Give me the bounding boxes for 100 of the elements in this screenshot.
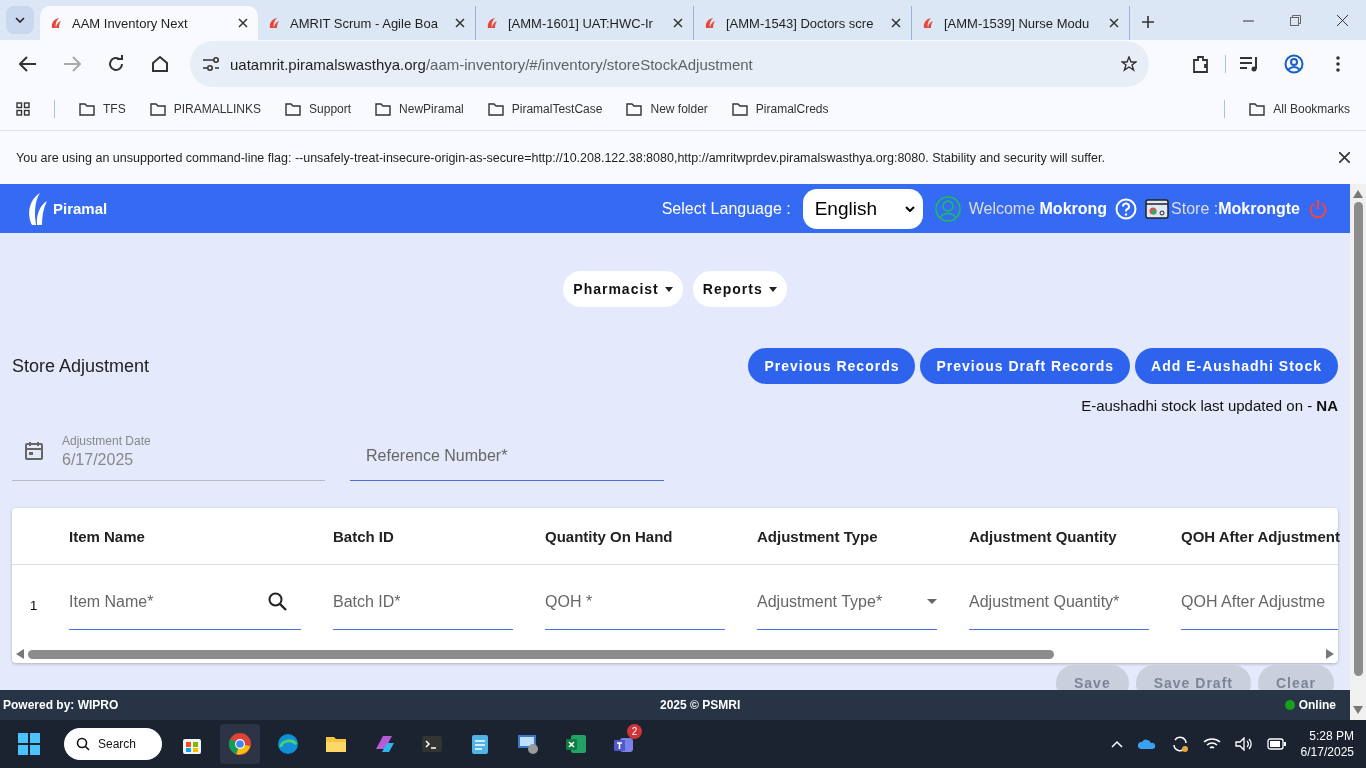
chevron-up-icon[interactable] xyxy=(1110,740,1123,748)
bookmark[interactable]: PiramalCreds xyxy=(731,102,829,116)
folder-icon xyxy=(375,102,392,116)
logo-icon xyxy=(704,17,716,29)
action-button[interactable]: Previous Records xyxy=(748,348,916,384)
column-header: QOH After Adjustment xyxy=(1181,527,1340,545)
warning-message: You are using an unsupported command-line flag: --unsafely-treat-insecure-origin-as-secure=http://10.208.122.38:8080,http://amritwprdev.piramalswasthya.org:8080. Stability and security will suffer. xyxy=(16,150,1106,165)
home-icon[interactable] xyxy=(151,55,169,73)
status-dot-icon xyxy=(1284,700,1295,710)
profile-icon[interactable] xyxy=(1284,54,1304,74)
input-field[interactable]: Batch ID* xyxy=(333,574,513,630)
menu-button[interactable]: Pharmacist xyxy=(563,271,683,307)
scroll-right-icon[interactable] xyxy=(1326,649,1334,659)
browser-tab[interactable]: AAM Inventory Next xyxy=(40,6,258,40)
new-tab-icon[interactable] xyxy=(1142,16,1154,28)
search-icon[interactable] xyxy=(268,592,287,611)
bookmark[interactable]: All Bookmarks xyxy=(1249,102,1350,116)
language-select[interactable]: English xyxy=(802,188,923,229)
folder-icon xyxy=(79,102,95,116)
tab-list-button[interactable] xyxy=(6,6,34,34)
bookmark[interactable]: NewPiramal xyxy=(375,102,464,116)
bookmark[interactable]: TFS xyxy=(79,102,126,116)
bookmark[interactable]: Support xyxy=(285,102,352,116)
input-field[interactable]: QOH After Adjustme xyxy=(1181,574,1338,630)
browser-app-icon[interactable] xyxy=(220,724,260,764)
input-field[interactable]: Reference Number* xyxy=(350,432,664,481)
scrollbar-thumb[interactable] xyxy=(1353,202,1363,676)
menu-icon[interactable] xyxy=(1336,56,1340,72)
logo-icon xyxy=(26,190,48,227)
logo-icon xyxy=(922,17,934,29)
calendar-icon[interactable] xyxy=(24,441,44,461)
column-header: Batch ID xyxy=(333,527,394,545)
close-icon[interactable] xyxy=(891,18,901,28)
close-icon[interactable] xyxy=(1337,14,1348,26)
close-icon[interactable] xyxy=(238,18,248,28)
address-bar[interactable]: uatamrit.piramalswasthya.org/aam-inventory/#/inventory/storeStockAdjustment xyxy=(190,41,1149,87)
folder-icon xyxy=(487,102,504,116)
bookmark[interactable]: PIRAMALLINKS xyxy=(149,102,262,116)
cloud-icon[interactable] xyxy=(1136,738,1157,750)
close-icon[interactable] xyxy=(455,18,465,28)
browser-tab[interactable]: [AMM-1601] UAT:HWC-Ir xyxy=(476,6,694,40)
bookmark[interactable]: PiramalTestCase xyxy=(487,102,603,116)
close-icon[interactable] xyxy=(673,18,683,28)
dropdown-arrow-icon[interactable] xyxy=(927,599,937,604)
restore-icon[interactable] xyxy=(1290,14,1301,26)
menu-button[interactable]: Reports xyxy=(692,271,787,307)
notification-badge: 2 xyxy=(627,724,642,739)
browser-tab[interactable]: [AMM-1543] Doctors scre xyxy=(694,6,912,40)
input-field[interactable]: Adjustment Quantity* xyxy=(969,574,1149,630)
battery-icon[interactable] xyxy=(1266,738,1287,750)
column-header: Adjustment Type xyxy=(757,527,878,545)
search-field[interactable]: Search xyxy=(64,728,162,760)
action-button[interactable]: Add E-Aushadhi Stock xyxy=(1135,348,1338,384)
folder-icon xyxy=(1249,102,1266,116)
logo-text: Piramal xyxy=(53,200,108,217)
folder-icon xyxy=(731,102,748,116)
chevron-icon xyxy=(904,205,915,212)
folder-icon xyxy=(149,102,166,116)
update-note: E-aushadhi stock last updated on - NA xyxy=(1081,397,1338,414)
chevron-icon xyxy=(15,17,25,23)
sync-icon[interactable] xyxy=(1170,735,1189,753)
close-icon[interactable] xyxy=(1339,152,1350,163)
column-header: Quantity On Hand xyxy=(545,527,673,545)
logo-icon xyxy=(268,17,280,29)
speaker-icon[interactable] xyxy=(1234,737,1253,751)
column-header: Adjustment Quantity xyxy=(969,527,1117,545)
extensions-icon[interactable] xyxy=(1191,54,1211,74)
caret-icon xyxy=(768,286,777,292)
close-icon[interactable] xyxy=(1109,18,1119,28)
input-field[interactable]: QOH * xyxy=(545,574,725,630)
clock[interactable]: 5:28 PM 6/17/2025 xyxy=(1300,728,1354,760)
footer-text: Powered by: WIPRO xyxy=(3,698,119,712)
browser-tab[interactable]: [AMM-1539] Nurse Modu xyxy=(912,6,1130,40)
caret-icon xyxy=(664,286,673,292)
scroll-up-icon[interactable] xyxy=(1353,190,1363,198)
column-header: Item Name xyxy=(69,527,145,545)
scroll-down-icon[interactable] xyxy=(1353,706,1363,714)
action-button[interactable]: Previous Draft Records xyxy=(920,348,1131,384)
bookmark[interactable]: New folder xyxy=(626,102,708,116)
store-text: Store :Mokrongte xyxy=(1171,199,1300,218)
dropdown-field[interactable]: Adjustment Type* xyxy=(757,574,937,630)
status-text: Online xyxy=(1298,698,1336,712)
scroll-left-icon[interactable] xyxy=(16,649,24,659)
search-icon xyxy=(76,737,90,751)
logo-icon xyxy=(486,17,498,29)
wifi-icon[interactable] xyxy=(1202,737,1221,751)
star-icon[interactable] xyxy=(1121,56,1137,72)
logo-icon xyxy=(50,17,62,29)
apps-icon[interactable] xyxy=(16,102,30,116)
back-icon[interactable] xyxy=(19,56,37,72)
browser-tab[interactable]: AMRIT Scrum - Agile Boa xyxy=(258,6,476,40)
input-field[interactable]: Item Name* xyxy=(69,574,301,630)
site-settings-icon xyxy=(202,57,220,71)
language-label: Select Language : xyxy=(661,199,791,218)
welcome-text: Welcome Mokrong xyxy=(968,199,1108,218)
reload-icon[interactable] xyxy=(107,55,125,73)
scrollbar-thumb[interactable] xyxy=(28,649,1054,659)
footer-text: 2025 © PSMRI xyxy=(660,698,741,712)
help-icon[interactable] xyxy=(1115,197,1138,220)
windows-start-icon[interactable] xyxy=(18,733,40,755)
